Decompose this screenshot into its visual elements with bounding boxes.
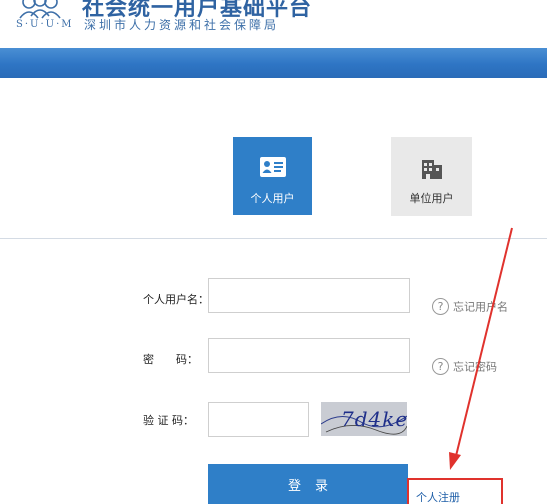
- login-button[interactable]: 登录: [208, 464, 408, 504]
- forgot-username-text: 忘记用户名: [453, 300, 508, 314]
- captcha-image[interactable]: 7d4ke: [321, 402, 407, 436]
- captcha-text: 7d4ke: [341, 407, 407, 431]
- forgot-username-link[interactable]: ? 忘记用户名: [432, 298, 508, 315]
- building-icon: [421, 160, 442, 179]
- header-band: [0, 48, 547, 78]
- forgot-password-text: 忘记密码: [453, 360, 497, 374]
- password-label: 密 码：: [143, 353, 198, 366]
- tab-unit-user[interactable]: 单位用户: [391, 137, 472, 216]
- username-label: 个人用户名：: [143, 293, 209, 306]
- register-link-highlight[interactable]: 个人注册: [407, 478, 503, 504]
- id-card-icon: [259, 157, 286, 177]
- question-icon: ?: [432, 358, 449, 375]
- section-divider: [0, 238, 547, 239]
- password-input[interactable]: [208, 338, 410, 373]
- tab-unit-label: 单位用户: [409, 192, 454, 205]
- register-link[interactable]: 个人注册: [416, 489, 460, 504]
- captcha-input[interactable]: [208, 402, 309, 437]
- captcha-label: 验 证 码：: [143, 414, 194, 427]
- tab-personal-label: 个人用户: [250, 192, 295, 205]
- site-header: S·U·U·M 社会统一用户基础平台 深圳市人力资源和社会保障局: [0, 0, 547, 48]
- site-subtitle: 深圳市人力资源和社会保障局: [84, 18, 280, 32]
- question-icon: ?: [432, 298, 449, 315]
- username-input[interactable]: [208, 278, 410, 313]
- tab-personal-user[interactable]: 个人用户: [233, 137, 312, 215]
- logo-letters: S·U·U·M: [16, 19, 74, 30]
- forgot-password-link[interactable]: ? 忘记密码: [432, 358, 497, 375]
